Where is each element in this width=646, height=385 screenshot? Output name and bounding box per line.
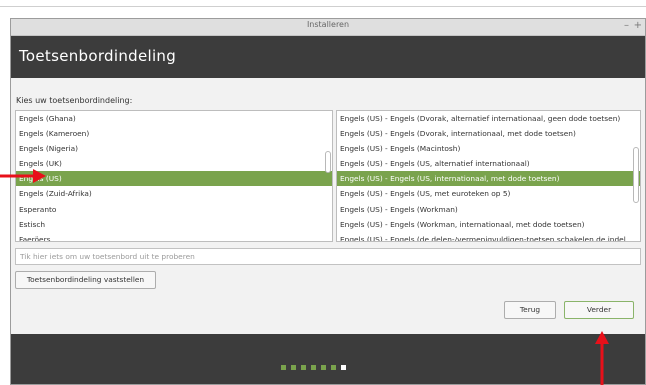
variant-list-item[interactable]: Engels (US) - Engels (de delen-/vermenig… [337,232,640,241]
layout-list-item[interactable]: Estisch [16,217,332,232]
title-bar[interactable]: Installeren – + [11,19,645,36]
progress-dot [321,365,326,370]
layout-list-item[interactable]: Engels (Kameroen) [16,126,332,141]
layout-list-scrollbar[interactable] [325,151,331,173]
up-arrow-annotation [595,331,609,385]
variant-list-item[interactable]: Engels (US) - Engels (Dvorak, internatio… [337,126,640,141]
progress-dot [341,365,346,370]
variant-list-item[interactable]: Engels (US) - Engels (Macintosh) [337,141,640,156]
progress-footer [11,334,645,384]
layout-list-item[interactable]: Faeröers [16,232,332,241]
progress-dot [331,365,336,370]
progress-dots [281,355,351,374]
layout-list-item[interactable]: Engels (Nigeria) [16,141,332,156]
back-button[interactable]: Terug [504,301,556,319]
detect-layout-button[interactable]: Toetsenbordindeling vaststellen [15,271,156,289]
variant-list-item[interactable]: Engels (US) - Engels (US, alternatief in… [337,156,640,171]
layout-list-item[interactable]: Esperanto [16,202,332,217]
window-title: Installeren [306,20,350,29]
variant-list-scrollbar[interactable] [633,147,639,203]
maximize-icon[interactable]: + [634,19,642,33]
left-arrow-annotation [0,169,46,183]
keyboard-test-input[interactable]: Tik hier iets om uw toetsenbord uit te p… [15,248,641,265]
variant-list[interactable]: Engels (US) - Engels (Dvorak, alternatie… [336,110,641,242]
progress-dot [311,365,316,370]
variant-list-item[interactable]: Engels (US) - Engels (US, internationaal… [337,171,640,187]
layout-list[interactable]: Engels (Ghana) Engels (Kameroen) Engels (N… [15,110,333,242]
layout-label: Kies uw toetsenbordindeling: [16,96,133,105]
progress-dot [291,365,296,370]
top-divider [0,6,646,7]
variant-list-item[interactable]: Engels (US) - Engels (Dvorak, alternatie… [337,111,640,126]
progress-dot [281,365,286,370]
installer-window: Installeren – + Toetsenbordindeling Kies… [10,18,646,385]
page-title: Toetsenbordindeling [19,47,177,65]
progress-dot [301,365,306,370]
page-header: Toetsenbordindeling [11,36,645,78]
variant-list-item[interactable]: Engels (US) - Engels (Workman, internati… [337,217,640,232]
layout-list-item[interactable]: Engels (Zuid-Afrika) [16,186,332,201]
layout-list-item[interactable]: Engels (US) [16,171,332,187]
variant-list-item[interactable]: Engels (US) - Engels (US, met euroteken … [337,186,640,201]
minimize-icon[interactable]: – [624,19,629,33]
next-button[interactable]: Verder [564,301,634,319]
layout-list-item[interactable]: Engels (UK) [16,156,332,171]
layout-list-item[interactable]: Engels (Ghana) [16,111,332,126]
variant-list-item[interactable]: Engels (US) - Engels (Workman) [337,202,640,217]
